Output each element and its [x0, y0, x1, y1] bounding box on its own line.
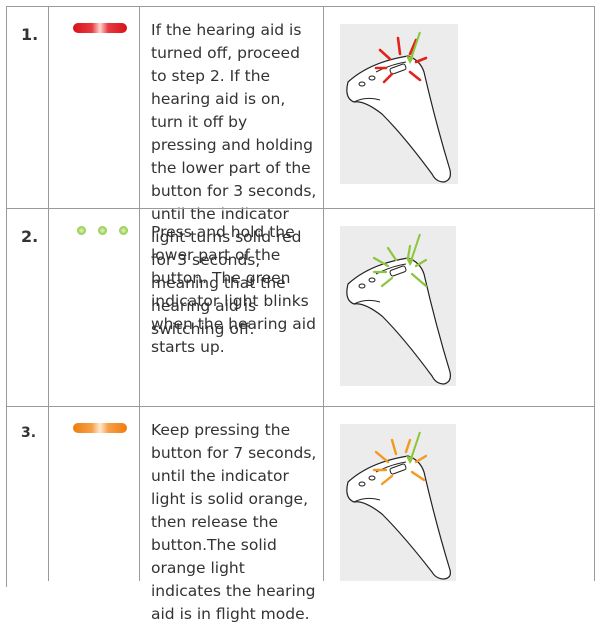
orange-light-bar-icon: [73, 423, 127, 433]
step-row-2: 2. Press and hold the lower part of the …: [6, 208, 595, 406]
indicator-cell: [49, 407, 140, 581]
step-row-1: 1. If the hearing aid is turned off, pro…: [6, 6, 595, 338]
illustration-cell: [324, 7, 595, 208]
red-light-bar-icon: [73, 23, 127, 33]
hearing-aid-orange-light-illustration: [340, 424, 456, 581]
green-dot-icon: [119, 226, 128, 235]
step-number: 3.: [6, 407, 49, 581]
indicator-cell: [49, 209, 140, 406]
step-row-3: 3. Keep pressing the button for 7 second…: [6, 406, 595, 623]
illustration-cell: [324, 209, 595, 406]
step-number: 2.: [6, 209, 49, 406]
steps-table: 1. If the hearing aid is turned off, pro…: [6, 6, 595, 623]
illustration-cell: [324, 407, 595, 581]
green-blinking-dots-icon: [77, 226, 128, 235]
step-instruction: Press and hold the lower part of the but…: [140, 209, 324, 406]
step-instruction: If the hearing aid is turned off, procee…: [140, 7, 324, 338]
hearing-aid-green-light-illustration: [340, 226, 456, 386]
step-instruction: Keep pressing the button for 7 seconds, …: [140, 407, 324, 623]
indicator-cell: [49, 7, 140, 208]
green-dot-icon: [98, 226, 107, 235]
step-number: 1.: [6, 7, 49, 208]
green-dot-icon: [77, 226, 86, 235]
hearing-aid-red-light-illustration: [340, 24, 458, 184]
